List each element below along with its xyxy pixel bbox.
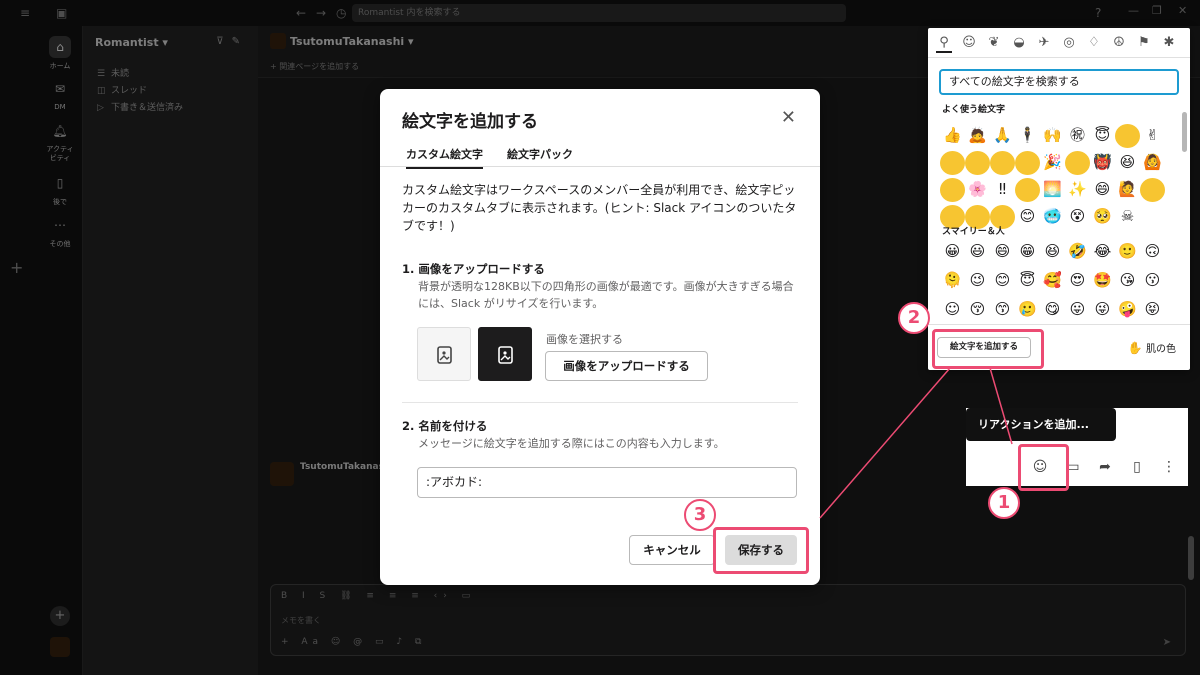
annotation-line xyxy=(989,367,1013,445)
highlight-save xyxy=(713,527,809,574)
step-number-1: 1 xyxy=(988,487,1020,519)
annotation-line xyxy=(819,367,951,519)
step-number-2: 2 xyxy=(898,302,930,334)
step-number-3: 3 xyxy=(684,499,716,531)
highlight-add-reaction xyxy=(1018,444,1069,491)
highlight-add-emoji xyxy=(932,329,1044,369)
